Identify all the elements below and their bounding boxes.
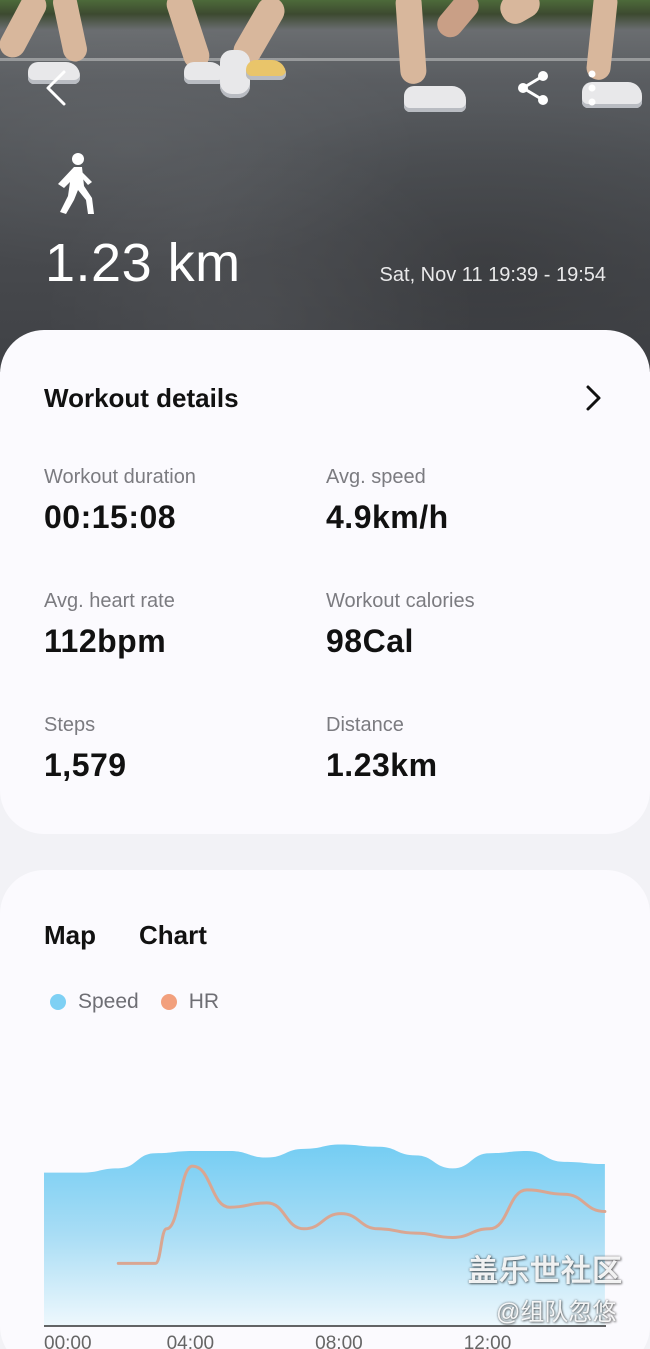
legend-speed-label: Speed [78, 990, 139, 1013]
stat-value: 112bpm [44, 623, 167, 659]
workout-datetime: Sat, Nov 11 19:39 - 19:54 [379, 264, 606, 286]
watermark: 盖乐世社区 @组队忽悠 [468, 1246, 644, 1326]
speed-legend-dot [50, 994, 66, 1010]
stat-workout-calories: Workout calories 98Cal [326, 590, 586, 660]
hero-distance: 1.23 km [45, 233, 241, 293]
stat-value: 4.9km/h [326, 499, 449, 535]
stat-avg-speed: Avg. speed 4.9km/h [326, 466, 586, 536]
workout-details-title: Workout details [44, 383, 239, 413]
stat-label: Avg. heart rate [44, 590, 175, 612]
more-vertical-icon[interactable] [578, 66, 606, 110]
legend-hr: HR [160, 990, 220, 1014]
walking-person-icon [58, 153, 94, 214]
hero-banner: 1.23 km Sat, Nov 11 19:39 - 19:54 [0, 0, 650, 372]
stat-distance: Distance 1.23km [326, 714, 586, 784]
stat-value: 00:15:08 [44, 499, 177, 535]
stat-value: 98Cal [326, 623, 414, 659]
chart-legend: Speed HR [50, 990, 241, 1014]
stat-value: 1.23km [326, 747, 438, 783]
back-chevron-icon[interactable] [38, 66, 78, 110]
watermark-line2: @组队忽悠 [496, 1299, 617, 1326]
watermark-line1: 盖乐世社区 [468, 1255, 623, 1288]
stat-value: 1,579 [44, 747, 127, 783]
x-tick-label: 04:00 [167, 1333, 215, 1349]
hr-legend-dot [160, 994, 177, 1010]
legend-speed: Speed [50, 990, 139, 1014]
stat-workout-duration: Workout duration 00:15:08 [44, 466, 304, 536]
x-tick-label: 12:00 [464, 1333, 512, 1349]
workout-details-card[interactable]: Workout details Workout duration 00:15:0… [0, 330, 650, 834]
tab-map[interactable]: Map [44, 920, 96, 951]
tab-chart[interactable]: Chart [139, 920, 207, 951]
stat-label: Avg. speed [326, 466, 426, 488]
stat-avg-heart-rate: Avg. heart rate 112bpm [44, 590, 304, 660]
x-tick-label: 00:00 [44, 1333, 92, 1349]
stat-steps: Steps 1,579 [44, 714, 304, 784]
stat-label: Steps [44, 714, 96, 736]
x-tick-label: 08:00 [315, 1333, 363, 1349]
share-icon[interactable] [514, 68, 554, 108]
stat-label: Distance [326, 714, 404, 736]
legend-hr-label: HR [188, 990, 220, 1013]
stat-label: Workout duration [44, 466, 196, 488]
chevron-right-icon[interactable] [578, 382, 608, 414]
stat-label: Workout calories [326, 590, 475, 612]
